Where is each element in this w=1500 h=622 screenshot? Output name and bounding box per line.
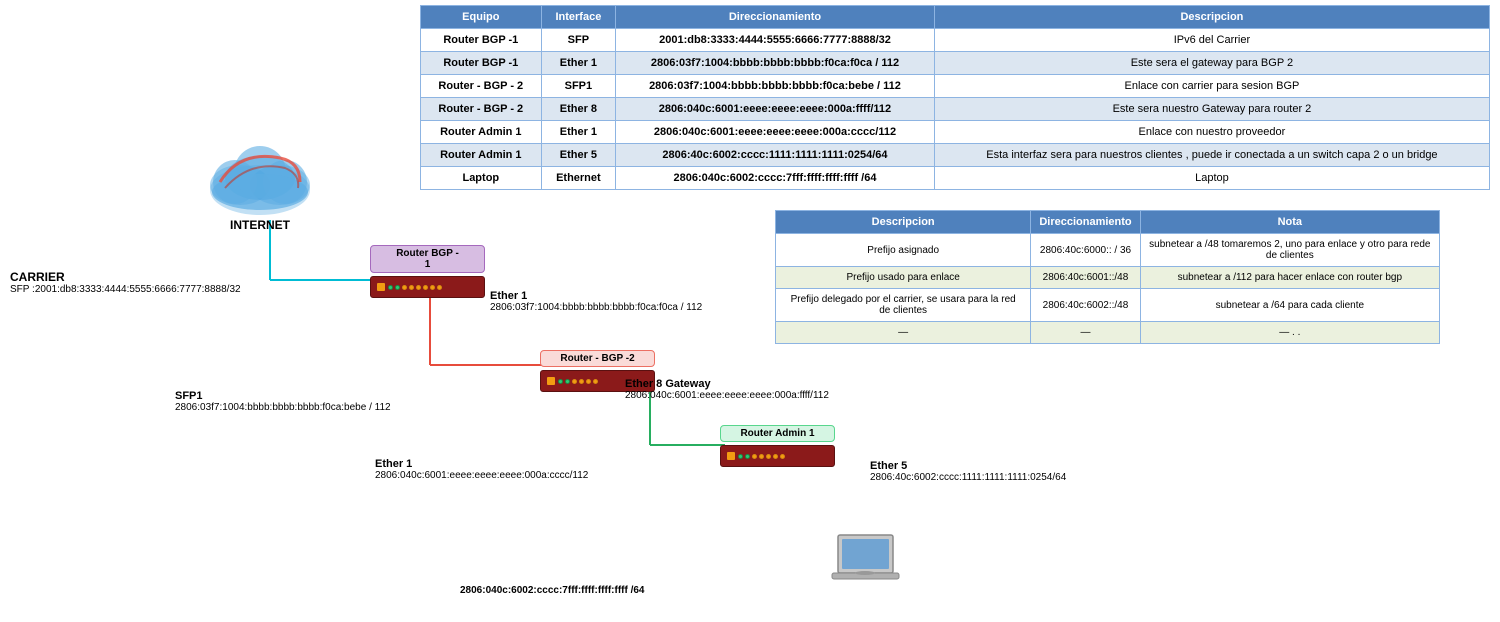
bgp2-ether8-label: Ether 8 Gateway	[625, 378, 829, 390]
router-admin1-device	[720, 445, 835, 467]
bgp1-ether1-label: Ether 1	[490, 290, 702, 302]
router-bgp2-port-indicator	[547, 377, 555, 385]
bgp2-sfp1-label: SFP1	[175, 390, 391, 402]
bgp2-port-4	[579, 379, 584, 384]
bgp2-ether8-addr: 2806:040c:6001:eeee:eeee:eeee:000a:ffff/…	[625, 390, 829, 401]
port-8	[437, 285, 442, 290]
admin1-ether5-block: Ether 5 2806:40c:6002:cccc:1111:1111:111…	[870, 460, 1066, 483]
admin1-ether5-label: Ether 5	[870, 460, 1066, 472]
port-7	[430, 285, 435, 290]
router-admin1-container: Router Admin 1	[720, 425, 835, 467]
admin1-port-1	[738, 454, 743, 459]
admin1-ether1-block: Ether 1 2806:040c:6001:eeee:eeee:eeee:00…	[375, 458, 588, 481]
bgp2-port-2	[565, 379, 570, 384]
cell-descripcion: Enlace con nuestro proveedor	[934, 121, 1489, 144]
sec-col-header-direccionamiento: Direccionamiento	[1031, 211, 1140, 234]
cell-descripcion: Enlace con carrier para sesion BGP	[934, 75, 1489, 98]
router-admin1-label: Router Admin 1	[720, 425, 835, 442]
laptop-icon-container	[830, 530, 910, 598]
sec-col-header-nota: Nota	[1140, 211, 1439, 234]
carrier-label: CARRIER	[10, 270, 370, 284]
sec-cell-descripcion: Prefijo usado para enlace	[776, 267, 1031, 289]
secondary-table: Descripcion Direccionamiento Nota Prefij…	[775, 210, 1440, 344]
cell-descripcion: Esta interfaz sera para nuestros cliente…	[934, 144, 1489, 167]
router-bgp1-container: Router BGP - 1	[370, 245, 485, 298]
sec-table-row: Prefijo asignado2806:40c:6000:: / 36subn…	[776, 234, 1440, 267]
bgp2-port-1	[558, 379, 563, 384]
router-bgp1-ports	[388, 285, 442, 290]
admin1-ether1-label: Ether 1	[375, 458, 588, 470]
bgp2-ether8-block: Ether 8 Gateway 2806:040c:6001:eeee:eeee…	[625, 378, 829, 401]
sec-cell-nota: subnetear a /48 tomaremos 2, uno para en…	[1140, 234, 1439, 267]
port-6	[423, 285, 428, 290]
col-header-descripcion: Descripcion	[934, 6, 1489, 29]
router-admin1-ports	[738, 454, 785, 459]
router-admin1-port-indicator	[727, 452, 735, 460]
cell-descripcion: IPv6 del Carrier	[934, 29, 1489, 52]
sec-table-row: ——— . .	[776, 322, 1440, 344]
admin1-port-2	[745, 454, 750, 459]
port-3	[402, 285, 407, 290]
router-bgp1-device	[370, 276, 485, 298]
sec-cell-nota: subnetear a /64 para cada cliente	[1140, 289, 1439, 322]
admin1-port-6	[773, 454, 778, 459]
port-active-2	[395, 285, 400, 290]
bgp1-ether1-block: Ether 1 2806:03f7:1004:bbbb:bbbb:bbbb:f0…	[490, 290, 702, 313]
diagram-section: INTERNET CARRIER SFP :2001:db8:3333:4444…	[0, 0, 770, 622]
admin1-ether1-addr: 2806:040c:6001:eeee:eeee:eeee:000a:cccc/…	[375, 470, 588, 481]
cell-descripcion: Este sera el gateway para BGP 2	[934, 52, 1489, 75]
internet-cloud: INTERNET	[200, 140, 320, 232]
router-bgp1-label: Router BGP - 1	[370, 245, 485, 273]
router-bgp2-label: Router - BGP -2	[540, 350, 655, 367]
bgp2-sfp1-addr: 2806:03f7:1004:bbbb:bbbb:bbbb:f0ca:bebe …	[175, 402, 391, 413]
laptop-addr-block: 2806:040c:6002:cccc:7fff:ffff:ffff:ffff …	[460, 585, 645, 596]
sec-table-row: Prefijo delegado por el carrier, se usar…	[776, 289, 1440, 322]
bgp1-ether1-addr: 2806:03f7:1004:bbbb:bbbb:bbbb:f0ca:f0ca …	[490, 302, 702, 313]
bgp2-port-3	[572, 379, 577, 384]
internet-label: INTERNET	[200, 218, 320, 232]
admin1-port-7	[780, 454, 785, 459]
admin1-ether5-addr: 2806:40c:6002:cccc:1111:1111:1111:0254/6…	[870, 472, 1066, 483]
sec-cell-direccionamiento: 2806:40c:6001::/48	[1031, 267, 1140, 289]
sec-col-header-descripcion: Descripcion	[776, 211, 1031, 234]
sec-cell-direccionamiento: 2806:40c:6000:: / 36	[1031, 234, 1140, 267]
sec-cell-direccionamiento: 2806:40c:6002::/48	[1031, 289, 1140, 322]
bgp2-port-6	[593, 379, 598, 384]
sec-cell-descripcion: Prefijo asignado	[776, 234, 1031, 267]
bgp2-sfp1-block: SFP1 2806:03f7:1004:bbbb:bbbb:bbbb:f0ca:…	[175, 390, 391, 413]
sec-cell-nota: — . .	[1140, 322, 1439, 344]
sec-cell-nota: subnetear a /112 para hacer enlace con r…	[1140, 267, 1439, 289]
port-5	[416, 285, 421, 290]
cloud-svg	[200, 140, 320, 220]
router-bgp2-ports	[558, 379, 598, 384]
cell-descripcion: Laptop	[934, 167, 1489, 190]
secondary-table-section: Descripcion Direccionamiento Nota Prefij…	[775, 210, 1440, 344]
carrier-block: CARRIER SFP :2001:db8:3333:4444:5555:666…	[10, 270, 370, 295]
admin1-port-4	[759, 454, 764, 459]
sec-cell-descripcion: —	[776, 322, 1031, 344]
sec-table-row: Prefijo usado para enlace2806:40c:6001::…	[776, 267, 1440, 289]
laptop-svg	[830, 530, 910, 595]
sec-cell-descripcion: Prefijo delegado por el carrier, se usar…	[776, 289, 1031, 322]
laptop-addr: 2806:040c:6002:cccc:7fff:ffff:ffff:ffff …	[460, 585, 645, 596]
admin1-port-5	[766, 454, 771, 459]
port-4	[409, 285, 414, 290]
router-port-1	[377, 283, 385, 291]
carrier-sfp-addr: SFP :2001:db8:3333:4444:5555:6666:7777:8…	[10, 284, 370, 295]
port-active-1	[388, 285, 393, 290]
admin1-port-3	[752, 454, 757, 459]
cell-descripcion: Este sera nuestro Gateway para router 2	[934, 98, 1489, 121]
bgp2-port-5	[586, 379, 591, 384]
sec-cell-direccionamiento: —	[1031, 322, 1140, 344]
